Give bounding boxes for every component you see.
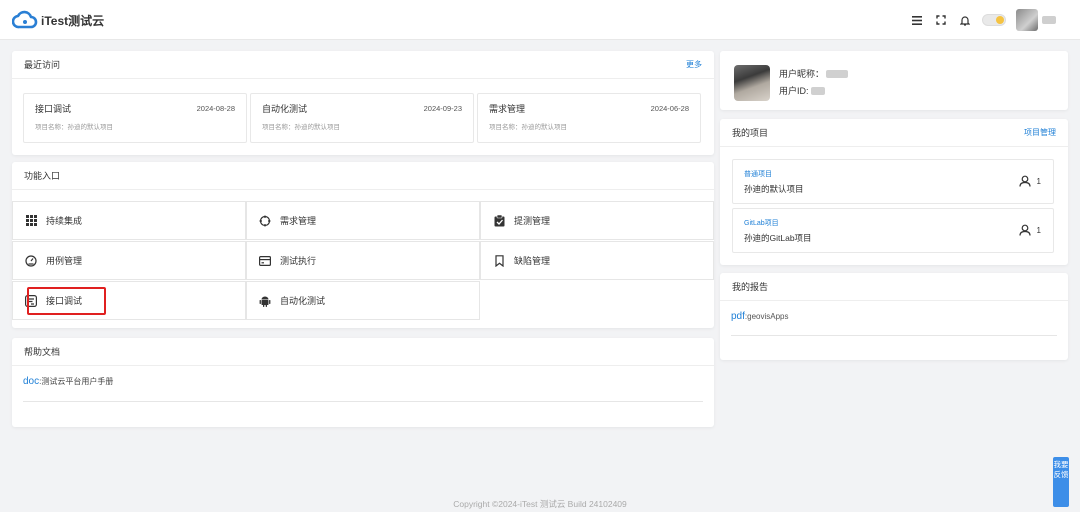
gauge-icon (25, 254, 37, 267)
project-type: GitLab项目 (744, 220, 779, 227)
project-name: 孙迪的默认项目 (744, 184, 804, 194)
feedback-button[interactable]: 我要反馈 (1053, 457, 1069, 507)
toggle-knob (996, 16, 1004, 24)
fullscreen-icon[interactable] (934, 13, 948, 27)
project-type: 普通项目 (744, 171, 772, 178)
top-icons (910, 8, 1056, 32)
recent-item[interactable]: 自动化测试 2024-09-23 项目名称：孙迪的默认项目 (250, 93, 474, 143)
doc-tag: doc (23, 376, 40, 387)
member-count: 1 (1036, 176, 1041, 186)
logo[interactable]: iTest测试云 (12, 9, 104, 31)
recent-item-project: 项目名称：孙迪的默认项目 (489, 124, 567, 131)
id-blurred (810, 86, 825, 95)
doc-text: :测试云平台用户手册 (39, 377, 114, 386)
projects-title: 我的项目 (732, 128, 769, 138)
bell-icon[interactable] (958, 13, 972, 27)
project-name: 孙迪的GitLab项目 (744, 233, 812, 243)
func-submission[interactable]: 提测管理 (480, 201, 714, 240)
recent-item[interactable]: 需求管理 2024-06-28 项目名称：孙迪的默认项目 (477, 93, 701, 143)
project-item[interactable]: GitLab项目 孙迪的GitLab项目 1 (732, 208, 1054, 253)
project-manage-link[interactable]: 项目管理 (1024, 127, 1056, 138)
clipboard-check-icon (493, 214, 505, 227)
func-requirements[interactable]: 需求管理 (246, 201, 480, 240)
member-count: 1 (1036, 225, 1041, 235)
func-cases[interactable]: 用例管理 (12, 241, 246, 280)
help-docs-card: 帮助文档 doc:测试云平台用户手册 (12, 338, 714, 427)
cloud-logo-icon (12, 10, 38, 29)
bookmark-icon (493, 254, 505, 267)
reports-title: 我的报告 (732, 282, 769, 292)
func-continuous-integration[interactable]: 持续集成 (12, 201, 246, 240)
function-entry-header: 功能入口 (12, 162, 714, 190)
recent-item-project: 项目名称：孙迪的默认项目 (35, 124, 113, 131)
nickname-blurred (826, 69, 849, 78)
projects-header: 我的项目 项目管理 (720, 119, 1068, 147)
android-icon (259, 295, 271, 307)
recent-item-date: 2024-06-28 (650, 104, 689, 113)
help-docs-header: 帮助文档 (12, 338, 714, 366)
recent-visits-header: 最近访问 更多 (12, 51, 714, 79)
recent-item-date: 2024-09-23 (423, 104, 462, 113)
func-label: 缺陷管理 (514, 256, 551, 266)
id-label: 用户ID: (779, 86, 809, 96)
func-automation[interactable]: 自动化测试 (246, 281, 480, 320)
reports-header: 我的报告 (720, 273, 1068, 301)
projects-card: 我的项目 项目管理 普通项目 孙迪的默认项目 1 GitLab项目 孙迪的Git… (720, 119, 1068, 265)
top-bar: iTest测试云 (0, 0, 1080, 40)
divider (23, 401, 703, 402)
project-members: 1 (1018, 175, 1041, 187)
target-icon (259, 215, 271, 227)
recent-item-name: 自动化测试 (262, 104, 308, 114)
func-execution[interactable]: 测试执行 (246, 241, 480, 280)
func-label: 需求管理 (280, 216, 317, 226)
card-icon (259, 255, 271, 267)
project-item[interactable]: 普通项目 孙迪的默认项目 1 (732, 159, 1054, 204)
profile-avatar (734, 65, 770, 101)
func-defects[interactable]: 缺陷管理 (480, 241, 714, 280)
user-avatar[interactable] (1016, 9, 1038, 31)
report-text: :geovisApps (744, 312, 789, 321)
func-label: 提测管理 (514, 216, 551, 226)
user-icon (1018, 224, 1031, 236)
reports-card: 我的报告 pdf:geovisApps (720, 273, 1068, 360)
highlight-box (27, 287, 106, 315)
report-link[interactable]: pdf:geovisApps (731, 311, 789, 322)
doc-link[interactable]: doc:测试云平台用户手册 (23, 376, 113, 387)
recent-visits-card: 最近访问 更多 接口调试 2024-08-28 项目名称：孙迪的默认项目 自动化… (12, 51, 714, 155)
menu-icon[interactable] (910, 13, 924, 27)
profile-nickname: 用户昵称： (779, 67, 849, 80)
report-tag: pdf (731, 311, 745, 322)
project-members: 1 (1018, 224, 1041, 236)
recent-item-name: 接口调试 (35, 104, 72, 114)
func-label: 自动化测试 (280, 296, 326, 306)
profile-card: 用户昵称： 用户ID: (720, 51, 1068, 110)
divider (731, 335, 1057, 336)
user-icon (1018, 175, 1031, 187)
logo-text: iTest测试云 (41, 13, 105, 28)
theme-toggle[interactable] (982, 14, 1006, 26)
recent-item-name: 需求管理 (489, 104, 526, 114)
recent-visits-title: 最近访问 (24, 60, 61, 70)
nickname-label: 用户昵称： (779, 69, 825, 79)
user-name-blurred (1042, 16, 1056, 24)
recent-item-project: 项目名称：孙迪的默认项目 (262, 124, 340, 131)
function-entry-title: 功能入口 (24, 171, 61, 181)
function-entry-card: 功能入口 持续集成 需求管理 提测管理 用例管理 测试执行 缺陷管理 接口调试 … (12, 162, 714, 328)
func-label: 测试执行 (280, 256, 317, 266)
recent-item[interactable]: 接口调试 2024-08-28 项目名称：孙迪的默认项目 (23, 93, 247, 143)
func-label: 用例管理 (46, 256, 83, 266)
profile-id: 用户ID: (779, 84, 825, 97)
more-link[interactable]: 更多 (686, 59, 702, 70)
recent-item-date: 2024-08-28 (196, 104, 235, 113)
func-label: 持续集成 (46, 216, 83, 226)
help-docs-title: 帮助文档 (24, 347, 61, 357)
grid-icon (25, 215, 37, 227)
footer: Copyright ©2024-iTest 测试云 Build 24102409 (453, 499, 627, 509)
